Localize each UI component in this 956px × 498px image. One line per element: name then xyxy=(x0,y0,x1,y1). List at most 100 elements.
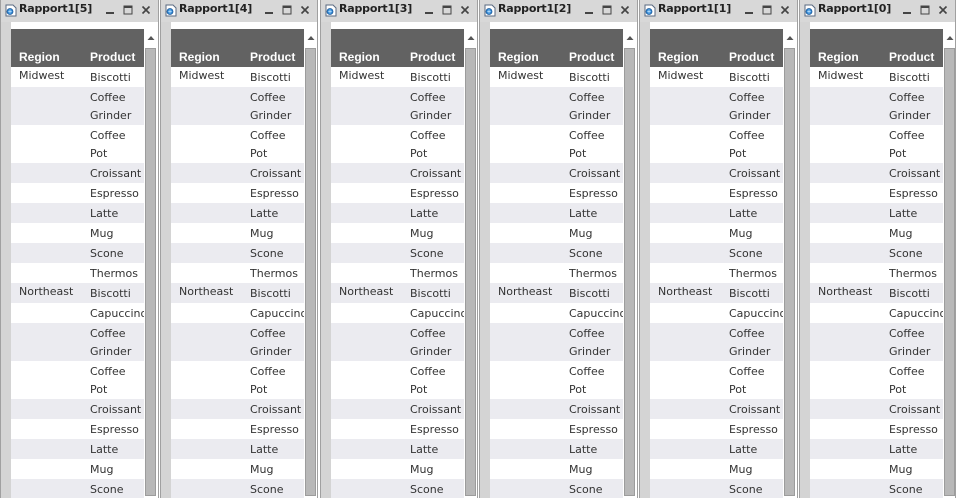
table-row[interactable]: Coffee Grinder xyxy=(171,323,304,361)
table-row[interactable]: Mug xyxy=(810,459,943,479)
maximize-button[interactable] xyxy=(601,4,613,16)
table-row[interactable]: Thermos xyxy=(650,263,783,283)
table-row[interactable]: Scone xyxy=(490,243,623,263)
scrollbar-thumb[interactable] xyxy=(624,48,635,496)
table-row[interactable]: Mug xyxy=(490,459,623,479)
table-row[interactable]: Mug xyxy=(171,459,304,479)
column-header-region[interactable]: Region xyxy=(658,50,699,64)
maximize-button[interactable] xyxy=(122,4,134,16)
table-row[interactable]: Coffee Pot xyxy=(490,361,623,399)
report-window[interactable]: Rapport1[3] Region Product Midwest Biscot… xyxy=(320,0,478,498)
scroll-up-button[interactable] xyxy=(783,32,796,44)
table-row[interactable]: Scone xyxy=(11,243,144,263)
table-row[interactable]: Espresso xyxy=(810,183,943,203)
vertical-scrollbar[interactable] xyxy=(144,32,157,498)
table-row[interactable]: Mug xyxy=(11,223,144,243)
maximize-button[interactable] xyxy=(761,4,773,16)
table-row[interactable]: Coffee Pot xyxy=(331,125,464,163)
vertical-scrollbar[interactable] xyxy=(943,32,955,498)
table-row[interactable]: Latte xyxy=(490,439,623,459)
table-row[interactable]: Scone xyxy=(171,479,304,498)
table-row[interactable]: Capuccino xyxy=(650,303,785,323)
table-row[interactable]: Coffee Pot xyxy=(810,361,943,399)
scroll-up-button[interactable] xyxy=(304,32,317,44)
table-row[interactable]: Espresso xyxy=(171,419,304,439)
table-row[interactable]: Thermos xyxy=(490,263,623,283)
window-titlebar[interactable]: Rapport1[5] xyxy=(1,0,158,22)
table-row[interactable]: Northeast Biscotti xyxy=(331,283,464,303)
table-row[interactable]: Mug xyxy=(171,223,304,243)
close-button[interactable] xyxy=(937,4,949,16)
table-row[interactable]: Espresso xyxy=(331,419,464,439)
table-row[interactable]: Latte xyxy=(810,439,943,459)
table-row[interactable]: Croissant xyxy=(810,399,943,419)
table-row[interactable]: Coffee Grinder xyxy=(331,87,464,125)
table-row[interactable]: Thermos xyxy=(11,263,144,283)
table-row[interactable]: Midwest Biscotti xyxy=(331,67,464,87)
column-header-region[interactable]: Region xyxy=(179,50,220,64)
table-row[interactable]: Northeast Biscotti xyxy=(650,283,783,303)
vertical-scrollbar[interactable] xyxy=(304,32,317,498)
table-row[interactable]: Midwest Biscotti xyxy=(490,67,623,87)
table-row[interactable]: Croissant xyxy=(650,399,783,419)
table-row[interactable]: Scone xyxy=(490,479,623,498)
scroll-up-button[interactable] xyxy=(464,32,477,44)
table-row[interactable]: Scone xyxy=(331,479,464,498)
scrollbar-thumb[interactable] xyxy=(305,48,316,496)
report-window[interactable]: Rapport1[2] Region Product Midwest Biscot… xyxy=(479,0,638,498)
table-row[interactable]: Coffee Grinder xyxy=(650,87,783,125)
table-row[interactable]: Espresso xyxy=(650,183,783,203)
table-row[interactable]: Midwest Biscotti xyxy=(11,67,144,87)
table-row[interactable]: Latte xyxy=(650,203,783,223)
table-row[interactable]: Croissant xyxy=(331,163,464,183)
table-row[interactable]: Latte xyxy=(650,439,783,459)
scroll-up-button[interactable] xyxy=(144,32,157,44)
table-row[interactable]: Coffee Grinder xyxy=(11,323,144,361)
minimize-button[interactable] xyxy=(263,4,275,16)
table-row[interactable]: Thermos xyxy=(331,263,464,283)
table-row[interactable]: Capuccino xyxy=(490,303,625,323)
table-row[interactable]: Latte xyxy=(490,203,623,223)
column-header-region[interactable]: Region xyxy=(339,50,380,64)
minimize-button[interactable] xyxy=(583,4,595,16)
table-row[interactable]: Midwest Biscotti xyxy=(171,67,304,87)
window-titlebar[interactable]: Rapport1[1] xyxy=(640,0,797,22)
table-row[interactable]: Croissant xyxy=(171,163,304,183)
table-row[interactable]: Coffee Pot xyxy=(810,125,943,163)
report-window[interactable]: Rapport1[1] Region Product Midwest Biscot… xyxy=(639,0,798,498)
table-row[interactable]: Croissant xyxy=(11,399,144,419)
table-row[interactable]: Northeast Biscotti xyxy=(490,283,623,303)
minimize-button[interactable] xyxy=(423,4,435,16)
table-row[interactable]: Mug xyxy=(11,459,144,479)
column-header-product[interactable]: Product xyxy=(250,50,295,64)
scrollbar-thumb[interactable] xyxy=(944,48,955,496)
table-row[interactable]: Croissant xyxy=(810,163,943,183)
table-row[interactable]: Coffee Pot xyxy=(11,125,144,163)
table-row[interactable]: Northeast Biscotti xyxy=(171,283,304,303)
report-window[interactable]: Rapport1[4] Region Product Midwest Biscot… xyxy=(160,0,318,498)
table-row[interactable]: Espresso xyxy=(11,419,144,439)
column-header-product[interactable]: Product xyxy=(889,50,934,64)
table-row[interactable]: Northeast Biscotti xyxy=(810,283,943,303)
scrollbar-thumb[interactable] xyxy=(145,48,156,496)
table-row[interactable]: Coffee Grinder xyxy=(810,87,943,125)
table-row[interactable]: Latte xyxy=(331,203,464,223)
table-row[interactable]: Latte xyxy=(11,439,144,459)
table-row[interactable]: Thermos xyxy=(810,263,943,283)
close-button[interactable] xyxy=(779,4,791,16)
table-row[interactable]: Latte xyxy=(171,439,304,459)
column-header-product[interactable]: Product xyxy=(410,50,455,64)
scrollbar-thumb[interactable] xyxy=(465,48,476,496)
column-header-region[interactable]: Region xyxy=(818,50,859,64)
table-row[interactable]: Coffee Grinder xyxy=(490,87,623,125)
table-row[interactable]: Northeast Biscotti xyxy=(11,283,144,303)
window-titlebar[interactable]: Rapport1[4] xyxy=(161,0,317,22)
table-row[interactable]: Espresso xyxy=(810,419,943,439)
scroll-up-button[interactable] xyxy=(623,32,636,44)
table-row[interactable]: Scone xyxy=(810,243,943,263)
table-row[interactable]: Midwest Biscotti xyxy=(650,67,783,87)
table-row[interactable]: Coffee Grinder xyxy=(650,323,783,361)
table-row[interactable]: Scone xyxy=(331,243,464,263)
table-row[interactable]: Latte xyxy=(810,203,943,223)
table-row[interactable]: Coffee Grinder xyxy=(11,87,144,125)
